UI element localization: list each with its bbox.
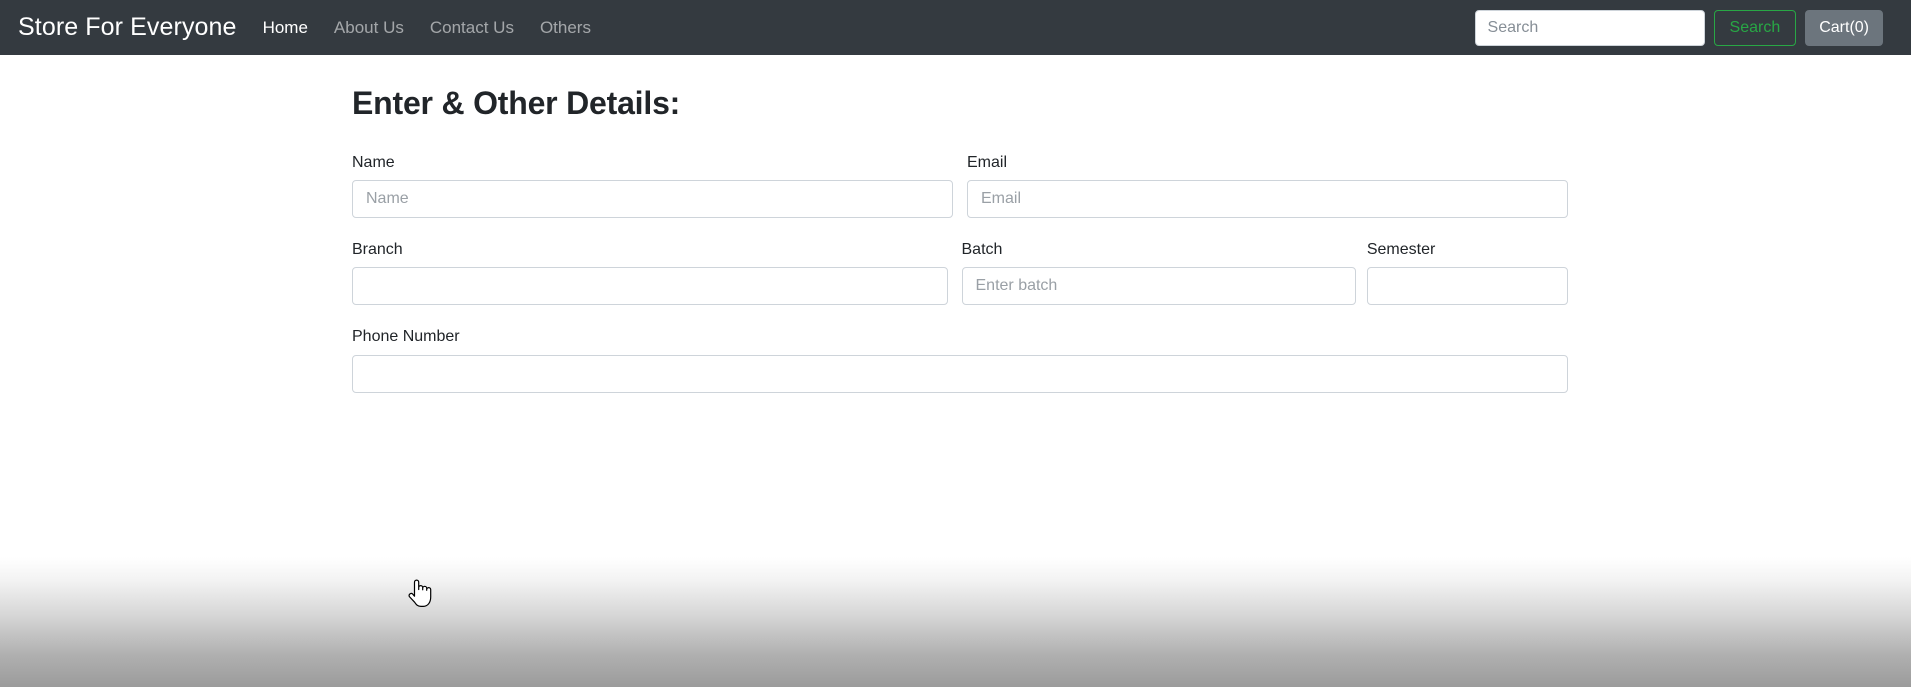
form-row-branch-batch-semester: Branch Batch Semester <box>352 240 1568 306</box>
field-email: Email <box>967 153 1568 219</box>
field-semester: Semester <box>1366 240 1568 306</box>
search-button[interactable]: Search <box>1713 9 1797 46</box>
field-branch: Branch <box>352 240 948 306</box>
navbar: Store For Everyone Home About Us Contact… <box>0 0 1911 55</box>
phone-number-input[interactable] <box>352 354 1568 393</box>
name-input[interactable] <box>352 180 953 219</box>
nav-link-contact-us[interactable]: Contact Us <box>430 18 514 38</box>
nav-link-others[interactable]: Others <box>540 18 591 38</box>
navbar-actions: Search Cart(0) <box>1474 9 1893 46</box>
nav-link-about-us[interactable]: About Us <box>334 18 404 38</box>
batch-input[interactable] <box>961 267 1356 306</box>
field-label-batch: Batch <box>961 241 1003 259</box>
order-details-form: Name Email Branch Batch <box>352 153 1568 393</box>
form-row-name-email: Name Email <box>352 153 1568 219</box>
branch-input[interactable] <box>352 267 948 306</box>
main-content: Enter & Other Details: Name Email Branch <box>352 55 1568 393</box>
email-input[interactable] <box>967 180 1568 219</box>
bottom-fade-overlay <box>0 557 1911 687</box>
semester-input[interactable] <box>1366 267 1568 306</box>
navbar-links: Home About Us Contact Us Others <box>263 18 591 38</box>
field-name: Name <box>352 153 953 219</box>
field-batch: Batch <box>961 240 1356 306</box>
page-root: Store For Everyone Home About Us Contact… <box>0 0 1911 687</box>
form-row-phone: Phone Number <box>352 327 1568 393</box>
cart-button[interactable]: Cart(0) <box>1805 9 1883 46</box>
nav-link-home[interactable]: Home <box>263 18 308 38</box>
navbar-brand[interactable]: Store For Everyone <box>18 13 237 42</box>
search-input[interactable] <box>1474 9 1705 46</box>
field-label-semester: Semester <box>1366 241 1436 259</box>
field-label-email: Email <box>967 154 1008 171</box>
field-label-phone-number: Phone Number <box>352 328 460 346</box>
page-title: Enter & Other Details: <box>352 85 681 121</box>
field-label-branch: Branch <box>352 241 403 259</box>
field-phone-number: Phone Number <box>352 327 1568 393</box>
place-order-button[interactable]: Place Order <box>352 570 474 608</box>
field-label-name: Name <box>352 154 395 171</box>
